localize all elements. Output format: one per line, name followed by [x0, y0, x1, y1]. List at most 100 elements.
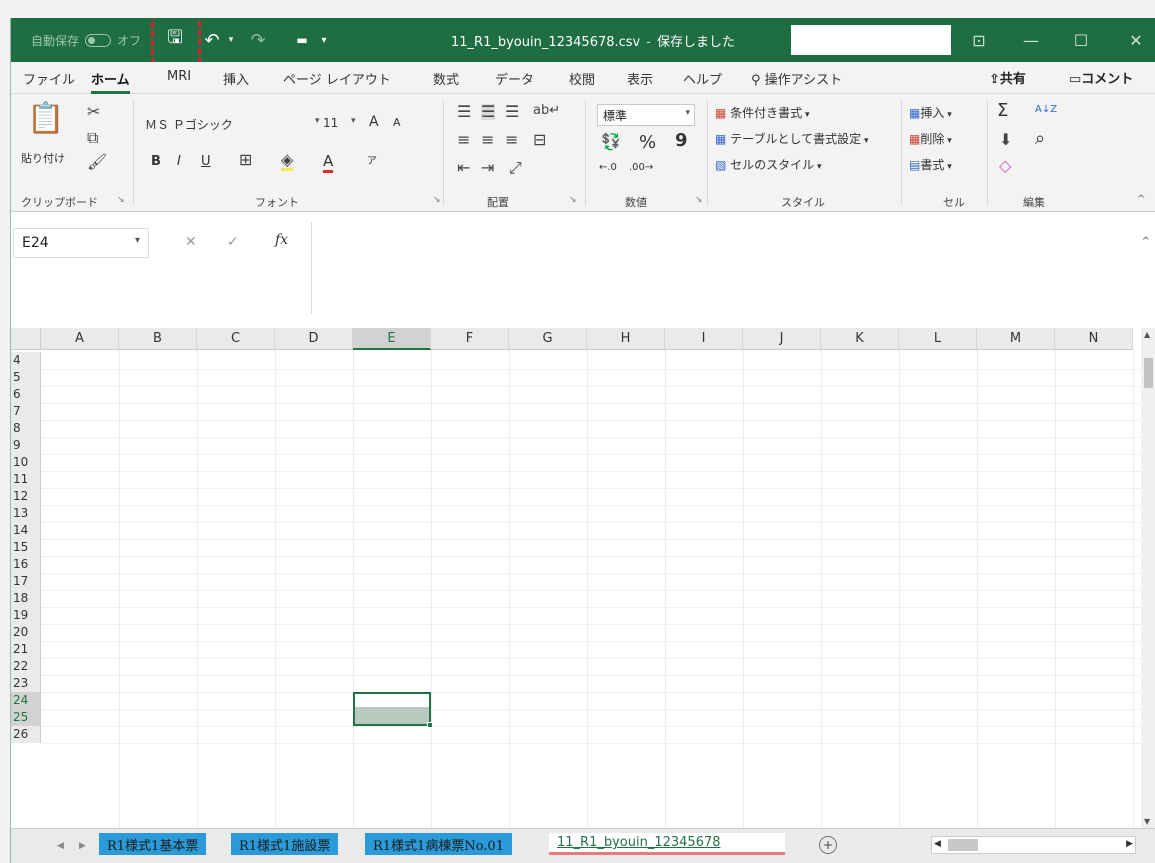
column-header-a[interactable]: A: [41, 328, 119, 350]
column-header-i[interactable]: I: [665, 328, 743, 350]
row-header-11[interactable]: 11: [11, 471, 41, 488]
row-header-22[interactable]: 22: [11, 658, 41, 675]
row-header-21[interactable]: 21: [11, 641, 41, 658]
collapse-ribbon-icon[interactable]: ^: [1137, 194, 1145, 205]
name-box[interactable]: E24 ▾: [13, 228, 149, 258]
column-header-b[interactable]: B: [119, 328, 197, 350]
worksheet-grid[interactable]: A B C D E F G H I J K L M N 4 5 6 7 8 9 10 11 12 13 14 15 16 17 18 19…: [11, 328, 1141, 828]
maximize-icon[interactable]: ☐: [1061, 26, 1101, 54]
row-header-25[interactable]: 25: [11, 709, 41, 726]
collapse-formula-bar-icon[interactable]: ^: [1142, 236, 1150, 247]
row-header-15[interactable]: 15: [11, 539, 41, 556]
borders-icon[interactable]: ⊞: [239, 152, 252, 168]
insert-function-icon[interactable]: fx: [275, 232, 288, 248]
account-box[interactable]: [791, 25, 951, 55]
orientation-icon[interactable]: ⤢: [509, 160, 522, 176]
tell-me-search[interactable]: ⚲ 操作アシスト: [751, 69, 842, 88]
find-select-icon[interactable]: ⌕: [1035, 128, 1045, 149]
font-name-dropdown[interactable]: ＭＳ Ｐゴシック: [145, 116, 233, 133]
fill-handle[interactable]: [427, 722, 433, 728]
shrink-font-icon[interactable]: A: [393, 116, 401, 129]
sheet-prev-icon[interactable]: ◀: [57, 841, 64, 851]
insert-cells-button[interactable]: ▦挿入 ▾: [909, 104, 952, 121]
scroll-right-icon[interactable]: ▶: [1126, 839, 1133, 849]
tab-file[interactable]: ファイル: [23, 69, 75, 88]
font-size-chevron-icon[interactable]: ▾: [351, 116, 356, 126]
font-color-icon[interactable]: A: [323, 152, 334, 173]
number-format-dropdown[interactable]: 標準 ▾: [597, 104, 695, 126]
row-header-10[interactable]: 10: [11, 454, 41, 471]
row-header-24[interactable]: 24: [11, 692, 41, 709]
decrease-decimal-icon[interactable]: .00→: [629, 162, 653, 173]
increase-indent-icon[interactable]: ⇥: [481, 160, 494, 176]
column-header-e[interactable]: E: [353, 328, 431, 350]
column-header-l[interactable]: L: [899, 328, 977, 350]
alignment-launcher-icon[interactable]: ↘: [569, 195, 577, 205]
column-header-h[interactable]: H: [587, 328, 665, 350]
tab-home[interactable]: ホーム: [91, 69, 130, 94]
italic-icon[interactable]: I: [177, 154, 181, 169]
paste-label[interactable]: 貼り付け: [21, 150, 65, 166]
format-as-table-button[interactable]: ▦ テーブルとして書式設定 ▾: [715, 130, 868, 147]
column-header-c[interactable]: C: [197, 328, 275, 350]
row-header-23[interactable]: 23: [11, 675, 41, 692]
sheet-tab-active[interactable]: 11_R1_byouin_12345678: [549, 833, 785, 855]
row-header-9[interactable]: 9: [11, 437, 41, 454]
row-header-13[interactable]: 13: [11, 505, 41, 522]
scroll-up-icon[interactable]: ▲: [1144, 330, 1150, 339]
grow-font-icon[interactable]: A: [369, 114, 379, 130]
minimize-icon[interactable]: —: [1011, 26, 1051, 54]
bold-icon[interactable]: B: [151, 154, 161, 169]
undo-dropdown-icon[interactable]: ▾: [225, 25, 237, 55]
row-header-8[interactable]: 8: [11, 420, 41, 437]
font-name-chevron-icon[interactable]: ▾: [315, 116, 320, 126]
row-header-17[interactable]: 17: [11, 573, 41, 590]
cut-icon[interactable]: ✂: [87, 104, 100, 120]
comment-button[interactable]: ▭コメント: [1069, 68, 1133, 87]
paste-icon[interactable]: 📋: [27, 104, 64, 134]
scroll-left-icon[interactable]: ◀: [934, 839, 941, 849]
sort-filter-icon[interactable]: A↓Z: [1035, 104, 1057, 115]
sheet-next-icon[interactable]: ▶: [79, 841, 86, 851]
clipboard-launcher-icon[interactable]: ↘: [117, 195, 125, 205]
row-header-4[interactable]: 4: [11, 352, 41, 369]
align-left-icon[interactable]: ≡: [457, 132, 470, 148]
column-header-g[interactable]: G: [509, 328, 587, 350]
close-icon[interactable]: ✕: [1116, 26, 1155, 54]
percent-icon[interactable]: %: [639, 132, 656, 153]
fill-color-icon[interactable]: ◈: [281, 152, 294, 171]
fill-icon[interactable]: ⬇: [999, 132, 1012, 148]
customize-qat-icon[interactable]: ▬: [291, 25, 313, 55]
column-header-n[interactable]: N: [1055, 328, 1133, 350]
row-header-5[interactable]: 5: [11, 369, 41, 386]
select-all-corner[interactable]: [11, 328, 41, 350]
sheet-tab-r1-shisetsu[interactable]: R1様式1施設票: [231, 833, 339, 855]
font-launcher-icon[interactable]: ↘: [433, 195, 441, 205]
column-header-m[interactable]: M: [977, 328, 1055, 350]
font-size-dropdown[interactable]: 11: [323, 116, 338, 130]
phonetic-icon[interactable]: ア: [367, 152, 377, 167]
number-launcher-icon[interactable]: ↘: [695, 195, 703, 205]
align-top-icon[interactable]: ☰: [457, 104, 471, 120]
format-cells-button[interactable]: ▤書式 ▾: [909, 156, 952, 173]
chevron-down-icon[interactable]: ▾: [135, 235, 140, 246]
tab-help[interactable]: ヘルプ: [683, 69, 722, 88]
align-center-icon[interactable]: ≡: [481, 132, 494, 148]
undo-icon[interactable]: ↶: [201, 25, 223, 55]
wrap-text-icon[interactable]: ab↵: [533, 104, 560, 117]
underline-icon[interactable]: U: [201, 154, 211, 169]
merge-center-icon[interactable]: ⊟: [533, 132, 546, 148]
format-painter-icon[interactable]: 🖌: [87, 154, 107, 170]
enter-icon[interactable]: ✓: [227, 234, 239, 250]
cancel-icon[interactable]: ✕: [185, 234, 197, 250]
accounting-icon[interactable]: 💱: [601, 134, 621, 150]
formula-input[interactable]: [311, 222, 1141, 314]
ribbon-display-icon[interactable]: ⊡: [959, 26, 999, 54]
vertical-scroll-thumb[interactable]: [1144, 358, 1153, 388]
qat-dropdown-icon[interactable]: ▾: [317, 25, 331, 55]
tab-mri[interactable]: MRI: [167, 69, 191, 84]
tab-page-layout[interactable]: ページ レイアウト: [283, 69, 391, 88]
selected-range[interactable]: [353, 692, 433, 728]
align-right-icon[interactable]: ≡: [505, 132, 518, 148]
clear-icon[interactable]: ◇: [999, 158, 1011, 174]
